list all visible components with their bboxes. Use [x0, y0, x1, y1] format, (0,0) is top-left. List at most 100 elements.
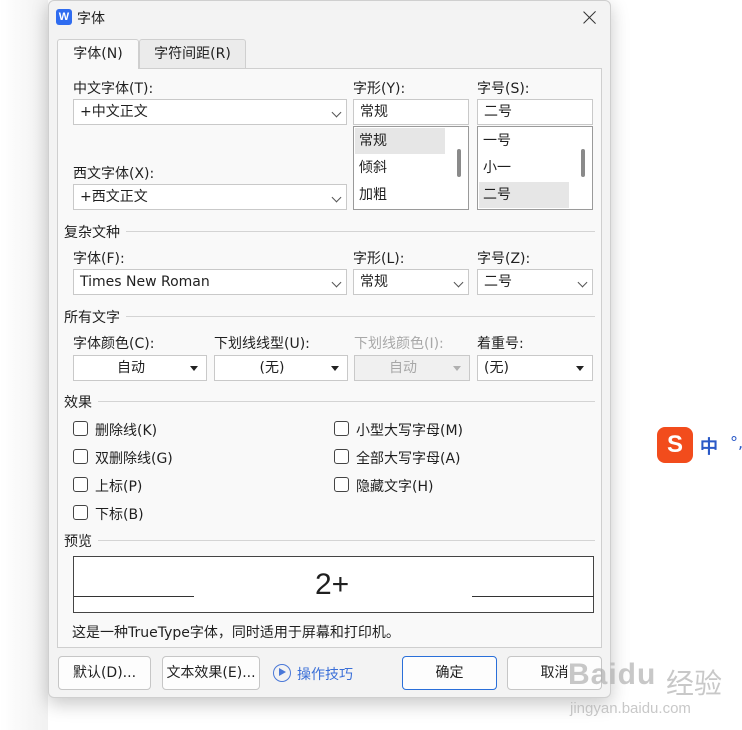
dialog-title: 字体 [77, 11, 105, 27]
emphasis-mark-select[interactable]: (无) [477, 355, 593, 381]
dropdown-arrow-icon [190, 366, 198, 371]
wps-app-icon: W [56, 9, 72, 25]
underline-style-select[interactable]: (无) [214, 355, 348, 381]
style-input-value: 常规 [360, 104, 388, 120]
font-type-note: 这是一种TrueType字体，同时适用于屏幕和打印机。 [72, 625, 400, 641]
style-option-regular[interactable]: 常规 [355, 128, 445, 154]
chevron-down-icon [577, 277, 588, 288]
watermark-cn: 经验 [666, 667, 723, 700]
ime-language-mode[interactable]: 中 [700, 433, 718, 459]
tab-font[interactable]: 字体(N) [57, 39, 139, 69]
font-color-label: 字体颜色(C): [73, 336, 155, 352]
double-strikethrough-label: 双删除线(G) [95, 451, 173, 467]
superscript-checkbox[interactable] [73, 477, 88, 492]
sogou-ime-logo-icon[interactable]: S [657, 427, 693, 463]
ime-toolbar[interactable]: S 中 °, [652, 423, 742, 463]
style-input[interactable]: 常规 [353, 99, 469, 125]
underline-style-label: 下划线线型(U): [214, 336, 310, 352]
default-button[interactable]: 默认(D)... [58, 656, 151, 690]
underline-color-value: 自动 [389, 360, 417, 376]
size-listbox[interactable]: 一号 小一 二号 [477, 126, 593, 210]
superscript-label: 上标(P) [95, 479, 143, 495]
double-strikethrough-checkbox[interactable] [73, 449, 88, 464]
style-option-italic[interactable]: 倾斜 [355, 155, 445, 181]
dropdown-arrow-icon [331, 366, 339, 371]
preview-sample-text: 2+ [315, 568, 350, 601]
western-font-value: +西文正文 [80, 189, 148, 205]
strikethrough-label: 删除线(K) [95, 423, 158, 439]
style-option-bold[interactable]: 加粗 [355, 182, 445, 208]
preview-baseline-right [472, 596, 594, 597]
style-label: 字形(Y): [353, 81, 406, 97]
western-font-select[interactable]: +西文正文 [73, 184, 347, 210]
section-divider [126, 231, 595, 232]
size-input[interactable]: 二号 [477, 99, 593, 125]
font-dialog: W 字体 字体(N) 字符间距(R) 中文字体(T): +中文正文 西文字体(X… [48, 0, 611, 698]
all-text-section-title: 所有文字 [64, 310, 120, 326]
emphasis-mark-value: (无) [484, 360, 509, 376]
underline-color-label: 下划线颜色(I): [354, 336, 444, 352]
preview-baseline-left [74, 596, 194, 597]
underline-style-value: (无) [259, 360, 285, 376]
background-margin [0, 0, 48, 730]
tab-character-spacing[interactable]: 字符间距(R) [139, 39, 246, 68]
section-divider [98, 540, 595, 541]
complex-style-label: 字形(L): [353, 251, 405, 267]
size-option-1[interactable]: 一号 [479, 128, 569, 154]
hidden-text-checkbox[interactable] [334, 477, 349, 492]
text-effects-button[interactable]: 文本效果(E)... [162, 656, 260, 690]
section-divider [98, 401, 595, 402]
size-option-small-1[interactable]: 小一 [479, 155, 569, 181]
watermark-brand: Baidu [568, 658, 657, 691]
dropdown-arrow-icon [453, 366, 461, 371]
baidu-jingyan-watermark: Baidu 经验 jingyan.baidu.com [566, 644, 742, 730]
all-caps-checkbox[interactable] [334, 449, 349, 464]
font-tab-panel: 中文字体(T): +中文正文 西文字体(X): +西文正文 字形(Y): 常规 … [57, 68, 602, 648]
complex-script-section-title: 复杂文种 [64, 225, 120, 241]
complex-font-value: Times New Roman [80, 274, 210, 290]
hidden-text-label: 隐藏文字(H) [356, 479, 434, 495]
chinese-font-label: 中文字体(T): [73, 81, 154, 97]
font-color-select[interactable]: 自动 [73, 355, 207, 381]
subscript-checkbox[interactable] [73, 505, 88, 520]
complex-font-label: 字体(F): [73, 251, 125, 267]
play-circle-icon[interactable] [273, 664, 291, 682]
ime-punctuation-mode[interactable]: °, [730, 433, 742, 452]
ok-button[interactable]: 确定 [402, 656, 497, 690]
dropdown-arrow-icon [576, 366, 584, 371]
close-icon[interactable] [579, 7, 601, 29]
emphasis-mark-label: 着重号: [477, 336, 524, 352]
style-list-scrollbar[interactable] [457, 149, 461, 177]
complex-style-select[interactable]: 常规 [353, 269, 469, 295]
small-caps-label: 小型大写字母(M) [356, 423, 464, 439]
strikethrough-checkbox[interactable] [73, 421, 88, 436]
chevron-down-icon [331, 277, 342, 288]
section-divider [126, 316, 595, 317]
watermark-url: jingyan.baidu.com [570, 700, 691, 717]
subscript-label: 下标(B) [95, 507, 144, 523]
small-caps-checkbox[interactable] [334, 421, 349, 436]
chevron-down-icon [331, 192, 342, 203]
all-caps-label: 全部大写字母(A) [356, 451, 461, 467]
complex-size-select[interactable]: 二号 [477, 269, 593, 295]
preview-box: 2+ [73, 556, 594, 613]
chinese-font-select[interactable]: +中文正文 [73, 99, 347, 125]
preview-section-title: 预览 [64, 534, 92, 550]
chinese-font-value: +中文正文 [80, 104, 148, 120]
size-label: 字号(S): [477, 81, 530, 97]
complex-size-label: 字号(Z): [477, 251, 531, 267]
western-font-label: 西文字体(X): [73, 166, 155, 182]
chevron-down-icon [331, 107, 342, 118]
size-input-value: 二号 [484, 104, 512, 120]
style-listbox[interactable]: 常规 倾斜 加粗 [353, 126, 469, 210]
size-option-2[interactable]: 二号 [479, 182, 569, 208]
size-list-scrollbar[interactable] [581, 149, 585, 177]
operation-tips-link[interactable]: 操作技巧 [297, 664, 353, 684]
underline-color-select: 自动 [354, 355, 470, 381]
complex-size-value: 二号 [484, 274, 512, 290]
font-color-value: 自动 [117, 360, 145, 376]
effects-section-title: 效果 [64, 395, 92, 411]
chevron-down-icon [453, 277, 464, 288]
complex-style-value: 常规 [360, 274, 388, 290]
complex-font-select[interactable]: Times New Roman [73, 269, 347, 295]
